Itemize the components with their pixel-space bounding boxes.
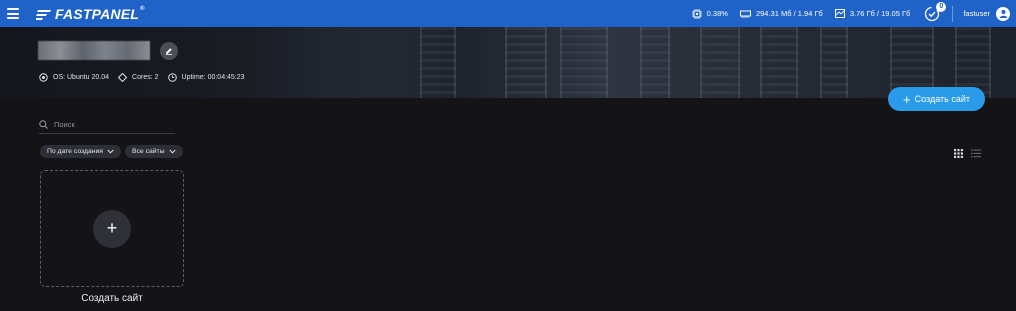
memory-icon [739,10,751,18]
top-bar: FASTPANEL® 0.38% 294.31 Мб / 1.94 Гб 3.7… [0,0,1016,27]
os-label: OS: Ubuntu 20.04 [53,74,110,81]
search-field[interactable] [39,116,175,134]
server-name-blurred [38,41,150,60]
notifications-badge: 0 [936,1,947,12]
fastpanel-logo[interactable]: FASTPANEL® [36,6,145,22]
view-toggle [954,149,981,158]
create-site-label: Создать сайт [914,94,970,104]
hero-image-detail [505,27,547,98]
sort-dropdown[interactable]: По дате создания [40,145,121,158]
cores-label: Cores: 2 [132,74,159,81]
edit-server-name-button[interactable] [160,42,178,60]
grid-view-icon[interactable] [954,149,963,158]
uptime-label: Uptime: 00:04:45:23 [181,74,245,81]
add-site-label: Создать сайт [81,293,143,304]
chevron-down-icon [107,149,114,154]
ram-stat: 294.31 Мб / 1.94 Гб [739,9,823,18]
divider [952,5,954,22]
avatar [996,6,1010,21]
cores-info: Cores: 2 [118,73,159,82]
hero-image-detail [760,27,798,98]
hero-shade [0,27,420,98]
hero-image-detail [700,27,740,98]
server-header: OS: Ubuntu 20.04 Cores: 2 Uptime: 00:04:… [0,27,1016,98]
search-input[interactable] [54,120,174,129]
sort-label: По дате создания [47,148,103,155]
plus-icon: + [903,91,911,107]
cpu-stat: 0.38% [691,8,728,19]
scope-label: Все сайты [131,148,165,155]
system-info: OS: Ubuntu 20.04 Cores: 2 Uptime: 00:04:… [39,73,254,82]
disk-stat: 3.76 Гб / 19.05 Гб [834,9,911,18]
user-menu[interactable]: fastuser [963,6,1010,21]
hero-image-detail [640,27,670,98]
clock-icon [167,73,177,82]
chevron-down-icon [169,149,176,154]
os-icon [39,73,48,82]
ram-value: 294.31 Мб / 1.94 Гб [755,9,823,18]
disk-icon [834,9,845,18]
cpu-value: 0.38% [706,9,728,18]
hero-image-detail [560,27,608,98]
cpu-icon [691,8,702,19]
username: fastuser [963,9,990,18]
cores-icon [118,73,128,82]
hero-image-detail [820,27,848,98]
resource-stats: 0.38% 294.31 Мб / 1.94 Гб 3.76 Гб / 19.0… [691,0,1016,27]
list-view-icon[interactable] [971,149,981,158]
user-icon [999,10,1007,18]
pencil-icon [166,48,172,55]
search-icon [39,120,48,129]
logo-mark-icon [36,9,51,20]
os-info: OS: Ubuntu 20.04 [39,73,109,82]
filter-bar: По дате создания Все сайты [40,145,187,158]
create-site-button[interactable]: + Создать сайт [888,87,985,111]
notifications-button[interactable]: 0 [924,1,947,22]
hero-image-detail [420,27,456,98]
menu-icon[interactable] [7,8,19,19]
scope-dropdown[interactable]: Все сайты [124,145,183,158]
logo-text: FASTPANEL® [55,6,145,22]
add-site-card[interactable]: + [40,170,184,287]
uptime-info: Uptime: 00:04:45:23 [167,73,245,82]
add-site-plus-icon: + [93,209,131,248]
disk-value: 3.76 Гб / 19.05 Гб [849,9,911,18]
